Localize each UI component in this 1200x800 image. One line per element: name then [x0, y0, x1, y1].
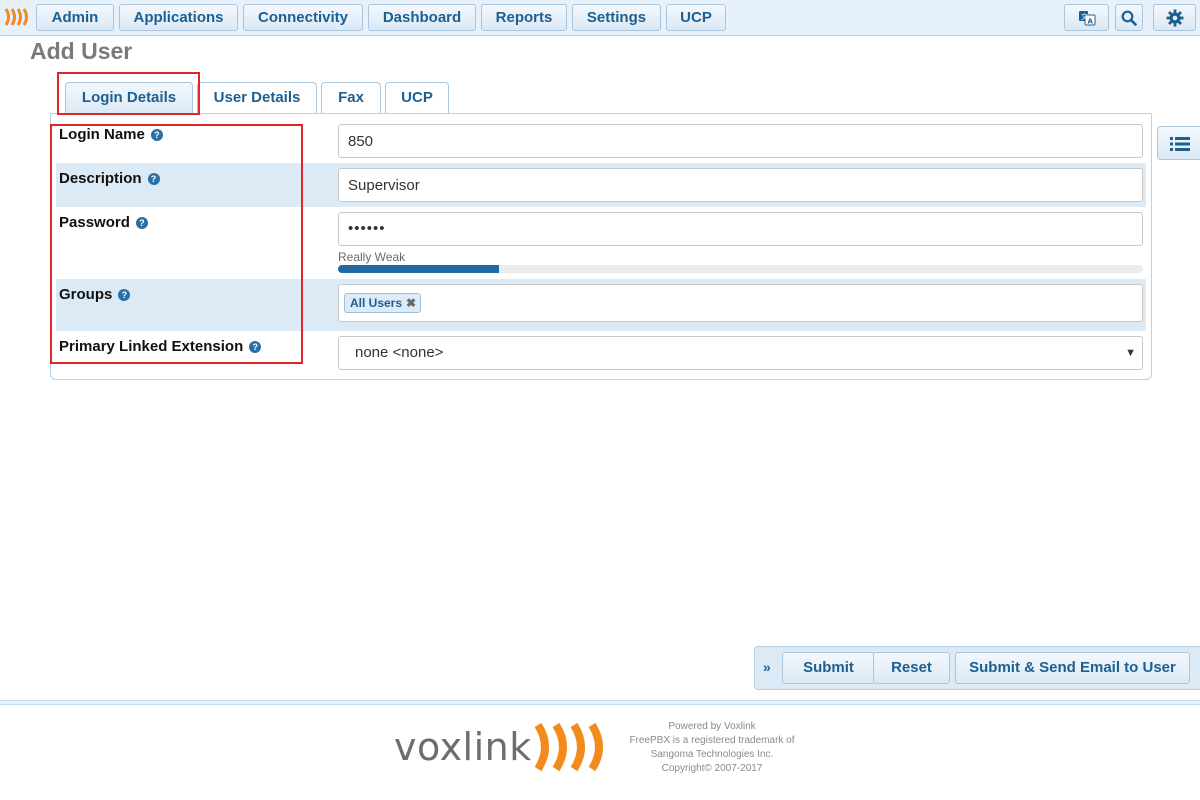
page-title: Add User [30, 38, 133, 64]
footer-credits: Powered by Voxlink FreePBX is a register… [629, 721, 795, 774]
nav-connectivity[interactable]: Connectivity [243, 4, 363, 31]
password-input[interactable]: •••••• [338, 212, 1143, 246]
nav-applications[interactable]: Applications [119, 4, 238, 31]
side-menu-toggle[interactable] [1157, 126, 1200, 160]
group-chip: All Users ✖ [344, 293, 422, 313]
chevron-down-icon: ▼ [1125, 347, 1136, 359]
reset-button[interactable]: Reset [873, 652, 950, 684]
groups-multiselect[interactable]: All Users ✖ [338, 284, 1143, 322]
tab-user-details[interactable]: User Details [197, 82, 317, 114]
action-bar: » Submit Reset Submit & Send Email to Us… [754, 646, 1200, 690]
highlight-box-labels [50, 124, 303, 364]
search-button[interactable] [1115, 4, 1143, 31]
submit-send-email-button[interactable]: Submit & Send Email to User [955, 652, 1190, 684]
double-chevron-right-icon[interactable]: » [763, 659, 771, 675]
top-navbar: Admin Applications Connectivity Dashboar… [0, 0, 1200, 36]
nav-admin[interactable]: Admin [36, 4, 114, 31]
voxlink-logo-icon [534, 722, 603, 772]
nav-settings[interactable]: Settings [572, 4, 661, 31]
primary-linked-extension-select[interactable]: none <none> ▼ [338, 336, 1143, 370]
password-strength-label: Really Weak [338, 250, 406, 264]
highlight-box-tab [57, 72, 200, 115]
tab-fax[interactable]: Fax [321, 82, 381, 114]
nav-dashboard[interactable]: Dashboard [368, 4, 476, 31]
search-icon [1121, 10, 1137, 26]
remove-chip-icon[interactable]: ✖ [406, 296, 416, 310]
login-name-input[interactable] [338, 124, 1143, 158]
password-strength-meter [338, 265, 1143, 273]
settings-button[interactable] [1153, 4, 1196, 31]
submit-button[interactable]: Submit [782, 652, 875, 684]
translate-button[interactable]: 文 A [1064, 4, 1109, 31]
tab-ucp[interactable]: UCP [385, 82, 449, 114]
password-strength-fill [338, 265, 499, 273]
footer-divider [0, 700, 1200, 705]
svg-text:A: A [1087, 17, 1093, 25]
gear-icon [1166, 9, 1183, 26]
translate-icon: 文 A [1078, 10, 1095, 25]
description-input[interactable] [338, 168, 1143, 202]
nav-reports[interactable]: Reports [481, 4, 567, 31]
list-icon [1170, 137, 1190, 151]
voxlink-logo-icon[interactable] [3, 7, 31, 27]
nav-ucp[interactable]: UCP [666, 4, 726, 31]
footer-brand: voxlink [394, 725, 532, 769]
